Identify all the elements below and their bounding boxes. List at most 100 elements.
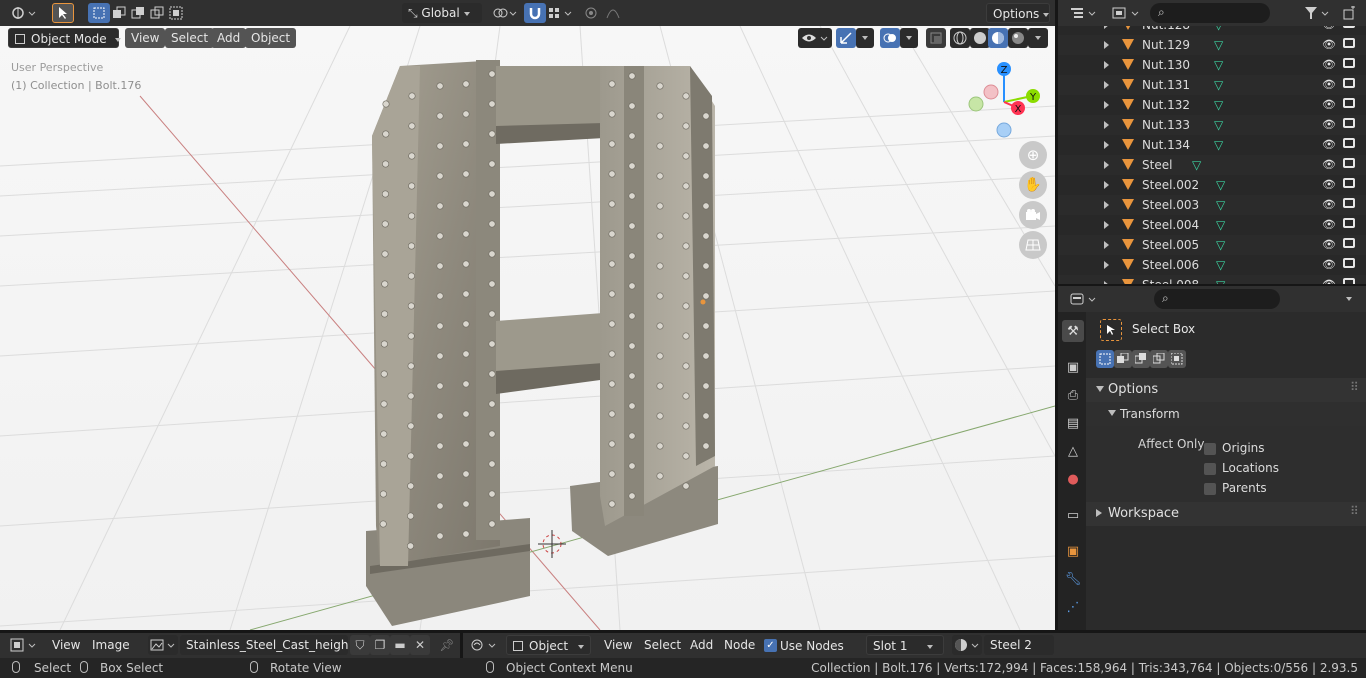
gizmo-neg-y-icon[interactable]: [968, 96, 984, 112]
mesh-data-icon[interactable]: ▽: [1216, 178, 1225, 192]
falloff-dropdown[interactable]: [604, 3, 634, 23]
modifier-tab[interactable]: 🔧︎: [1062, 568, 1084, 590]
image-menu-image[interactable]: Image: [86, 635, 136, 655]
image-menu-view[interactable]: View: [46, 635, 86, 655]
outliner-row[interactable]: Steel.005 ▽ 👁︎: [1058, 235, 1366, 255]
view-layer-tab[interactable]: ▤: [1062, 412, 1084, 434]
tool-mode-intersect[interactable]: [1168, 350, 1186, 368]
tool-tab[interactable]: ⚒: [1062, 320, 1084, 342]
navigation-gizmo[interactable]: Z Y X: [962, 60, 1046, 144]
shader-editor-type[interactable]: [468, 635, 500, 655]
material-browse-dropdown[interactable]: [952, 635, 982, 655]
camera-render-icon[interactable]: [1343, 258, 1355, 268]
outliner-row[interactable]: Nut.129 ▽ 👁︎: [1058, 35, 1366, 55]
camera-render-icon[interactable]: [1343, 218, 1355, 228]
pin-button[interactable]: 📌︎: [436, 635, 458, 655]
eye-icon[interactable]: 👁︎: [1322, 258, 1336, 271]
options-dropdown[interactable]: Options: [986, 3, 1050, 23]
eye-icon[interactable]: 👁︎: [1322, 218, 1336, 231]
snap-target-dropdown[interactable]: [545, 3, 575, 23]
image-name-field[interactable]: Stainless_Steel_Cast_height.png: [180, 635, 348, 655]
filter-dropdown[interactable]: [1302, 3, 1332, 23]
outliner-row[interactable]: Steel.004 ▽ 👁︎: [1058, 215, 1366, 235]
properties-search-input[interactable]: ⌕: [1154, 289, 1280, 309]
material-name-field[interactable]: Steel 2: [984, 635, 1054, 655]
camera-render-icon[interactable]: [1343, 178, 1355, 188]
mesh-data-icon[interactable]: ▽: [1214, 118, 1223, 132]
gizmo-neg-z-icon[interactable]: [996, 122, 1012, 138]
visibility-dropdown[interactable]: [798, 28, 832, 48]
mode-dropdown[interactable]: Object Mode: [8, 28, 121, 48]
eye-icon[interactable]: 👁︎: [1322, 58, 1336, 71]
outliner-item-name[interactable]: Steel.004: [1142, 218, 1199, 232]
tool-mode-extend[interactable]: [1114, 350, 1132, 368]
expand-arrow-icon[interactable]: [1104, 161, 1109, 169]
3d-viewport[interactable]: User Perspective (1) Collection | Bolt.1…: [0, 26, 1055, 630]
shader-type-dropdown[interactable]: Object: [506, 635, 591, 655]
proportional-edit-toggle[interactable]: [580, 3, 602, 23]
eye-icon[interactable]: 👁︎: [1322, 78, 1336, 91]
outliner-editor-type[interactable]: [1068, 3, 1100, 23]
tool-mode-new[interactable]: [1096, 350, 1114, 368]
editor-type-button[interactable]: [8, 3, 40, 23]
outliner-item-name[interactable]: Nut.132: [1142, 98, 1190, 112]
mesh-data-icon[interactable]: ▽: [1192, 158, 1201, 172]
outliner-row[interactable]: Nut.131 ▽ 👁︎: [1058, 75, 1366, 95]
camera-render-icon[interactable]: [1343, 58, 1355, 68]
camera-render-icon[interactable]: [1343, 118, 1355, 128]
outliner-item-name[interactable]: Nut.130: [1142, 58, 1190, 72]
fake-user-button[interactable]: ⛉: [350, 635, 370, 655]
outliner-row[interactable]: Steel.003 ▽ 👁︎: [1058, 195, 1366, 215]
3d-cursor[interactable]: [538, 530, 566, 558]
mesh-data-icon[interactable]: ▽: [1216, 218, 1225, 232]
eye-icon[interactable]: 👁︎: [1322, 118, 1336, 131]
camera-render-icon[interactable]: [1343, 198, 1355, 208]
shading-rendered-button[interactable]: [1008, 28, 1028, 48]
scene-tab[interactable]: △: [1062, 440, 1084, 462]
outliner-row[interactable]: Steel.002 ▽ 👁︎: [1058, 175, 1366, 195]
camera-view-icon[interactable]: [1019, 201, 1047, 229]
shading-solid-button[interactable]: [970, 28, 990, 48]
mode-intersect-button[interactable]: [165, 3, 187, 23]
camera-render-icon[interactable]: [1343, 78, 1355, 88]
affect-checkbox[interactable]: [1204, 483, 1216, 495]
display-mode-dropdown[interactable]: [1110, 3, 1144, 23]
pan-hand-icon[interactable]: ✋: [1019, 171, 1047, 199]
outliner-row[interactable]: Steel.006 ▽ 👁︎: [1058, 255, 1366, 275]
eye-icon[interactable]: 👁︎: [1322, 138, 1336, 151]
camera-render-icon[interactable]: [1343, 158, 1355, 168]
mode-new-button[interactable]: [88, 3, 110, 23]
gizmo-neg-x-icon[interactable]: [983, 84, 999, 100]
options-panel-header[interactable]: Options ⠿: [1086, 378, 1366, 402]
output-tab[interactable]: ⎙: [1062, 384, 1084, 406]
ortho-grid-icon[interactable]: [1019, 231, 1047, 259]
expand-arrow-icon[interactable]: [1104, 181, 1109, 189]
overlay-toggle[interactable]: [880, 28, 900, 48]
affect-checkbox[interactable]: [1204, 443, 1216, 455]
shading-material-button[interactable]: [988, 28, 1008, 48]
outliner-item-name[interactable]: Nut.133: [1142, 118, 1190, 132]
duplicate-image-button[interactable]: ❐: [370, 635, 390, 655]
expand-arrow-icon[interactable]: [1104, 261, 1109, 269]
eye-icon[interactable]: 👁︎: [1322, 38, 1336, 51]
outliner-item-name[interactable]: Steel.003: [1142, 198, 1199, 212]
expand-arrow-icon[interactable]: [1104, 121, 1109, 129]
transform-orientation-dropdown[interactable]: ⤡ Global: [402, 3, 482, 23]
camera-render-icon[interactable]: [1343, 138, 1355, 148]
outliner-item-name[interactable]: Nut.129: [1142, 38, 1190, 52]
new-collection-button[interactable]: [1338, 3, 1360, 23]
steel-frame-model[interactable]: [366, 60, 718, 626]
mesh-data-icon[interactable]: ▽: [1214, 138, 1223, 152]
xray-toggle[interactable]: [926, 28, 946, 48]
outliner-item-name[interactable]: Nut.131: [1142, 78, 1190, 92]
camera-render-icon[interactable]: [1343, 238, 1355, 248]
tool-mode-difference[interactable]: [1150, 350, 1168, 368]
outliner-search-input[interactable]: ⌕: [1150, 3, 1270, 23]
overlay-dropdown[interactable]: [900, 28, 918, 48]
eye-icon[interactable]: 👁︎: [1322, 238, 1336, 251]
expand-arrow-icon[interactable]: [1104, 81, 1109, 89]
particles-tab[interactable]: ⋰: [1062, 596, 1084, 618]
tool-mode-subtract[interactable]: [1132, 350, 1150, 368]
mesh-data-icon[interactable]: ▽: [1216, 238, 1225, 252]
unlink-image-button[interactable]: ✕: [410, 635, 430, 655]
